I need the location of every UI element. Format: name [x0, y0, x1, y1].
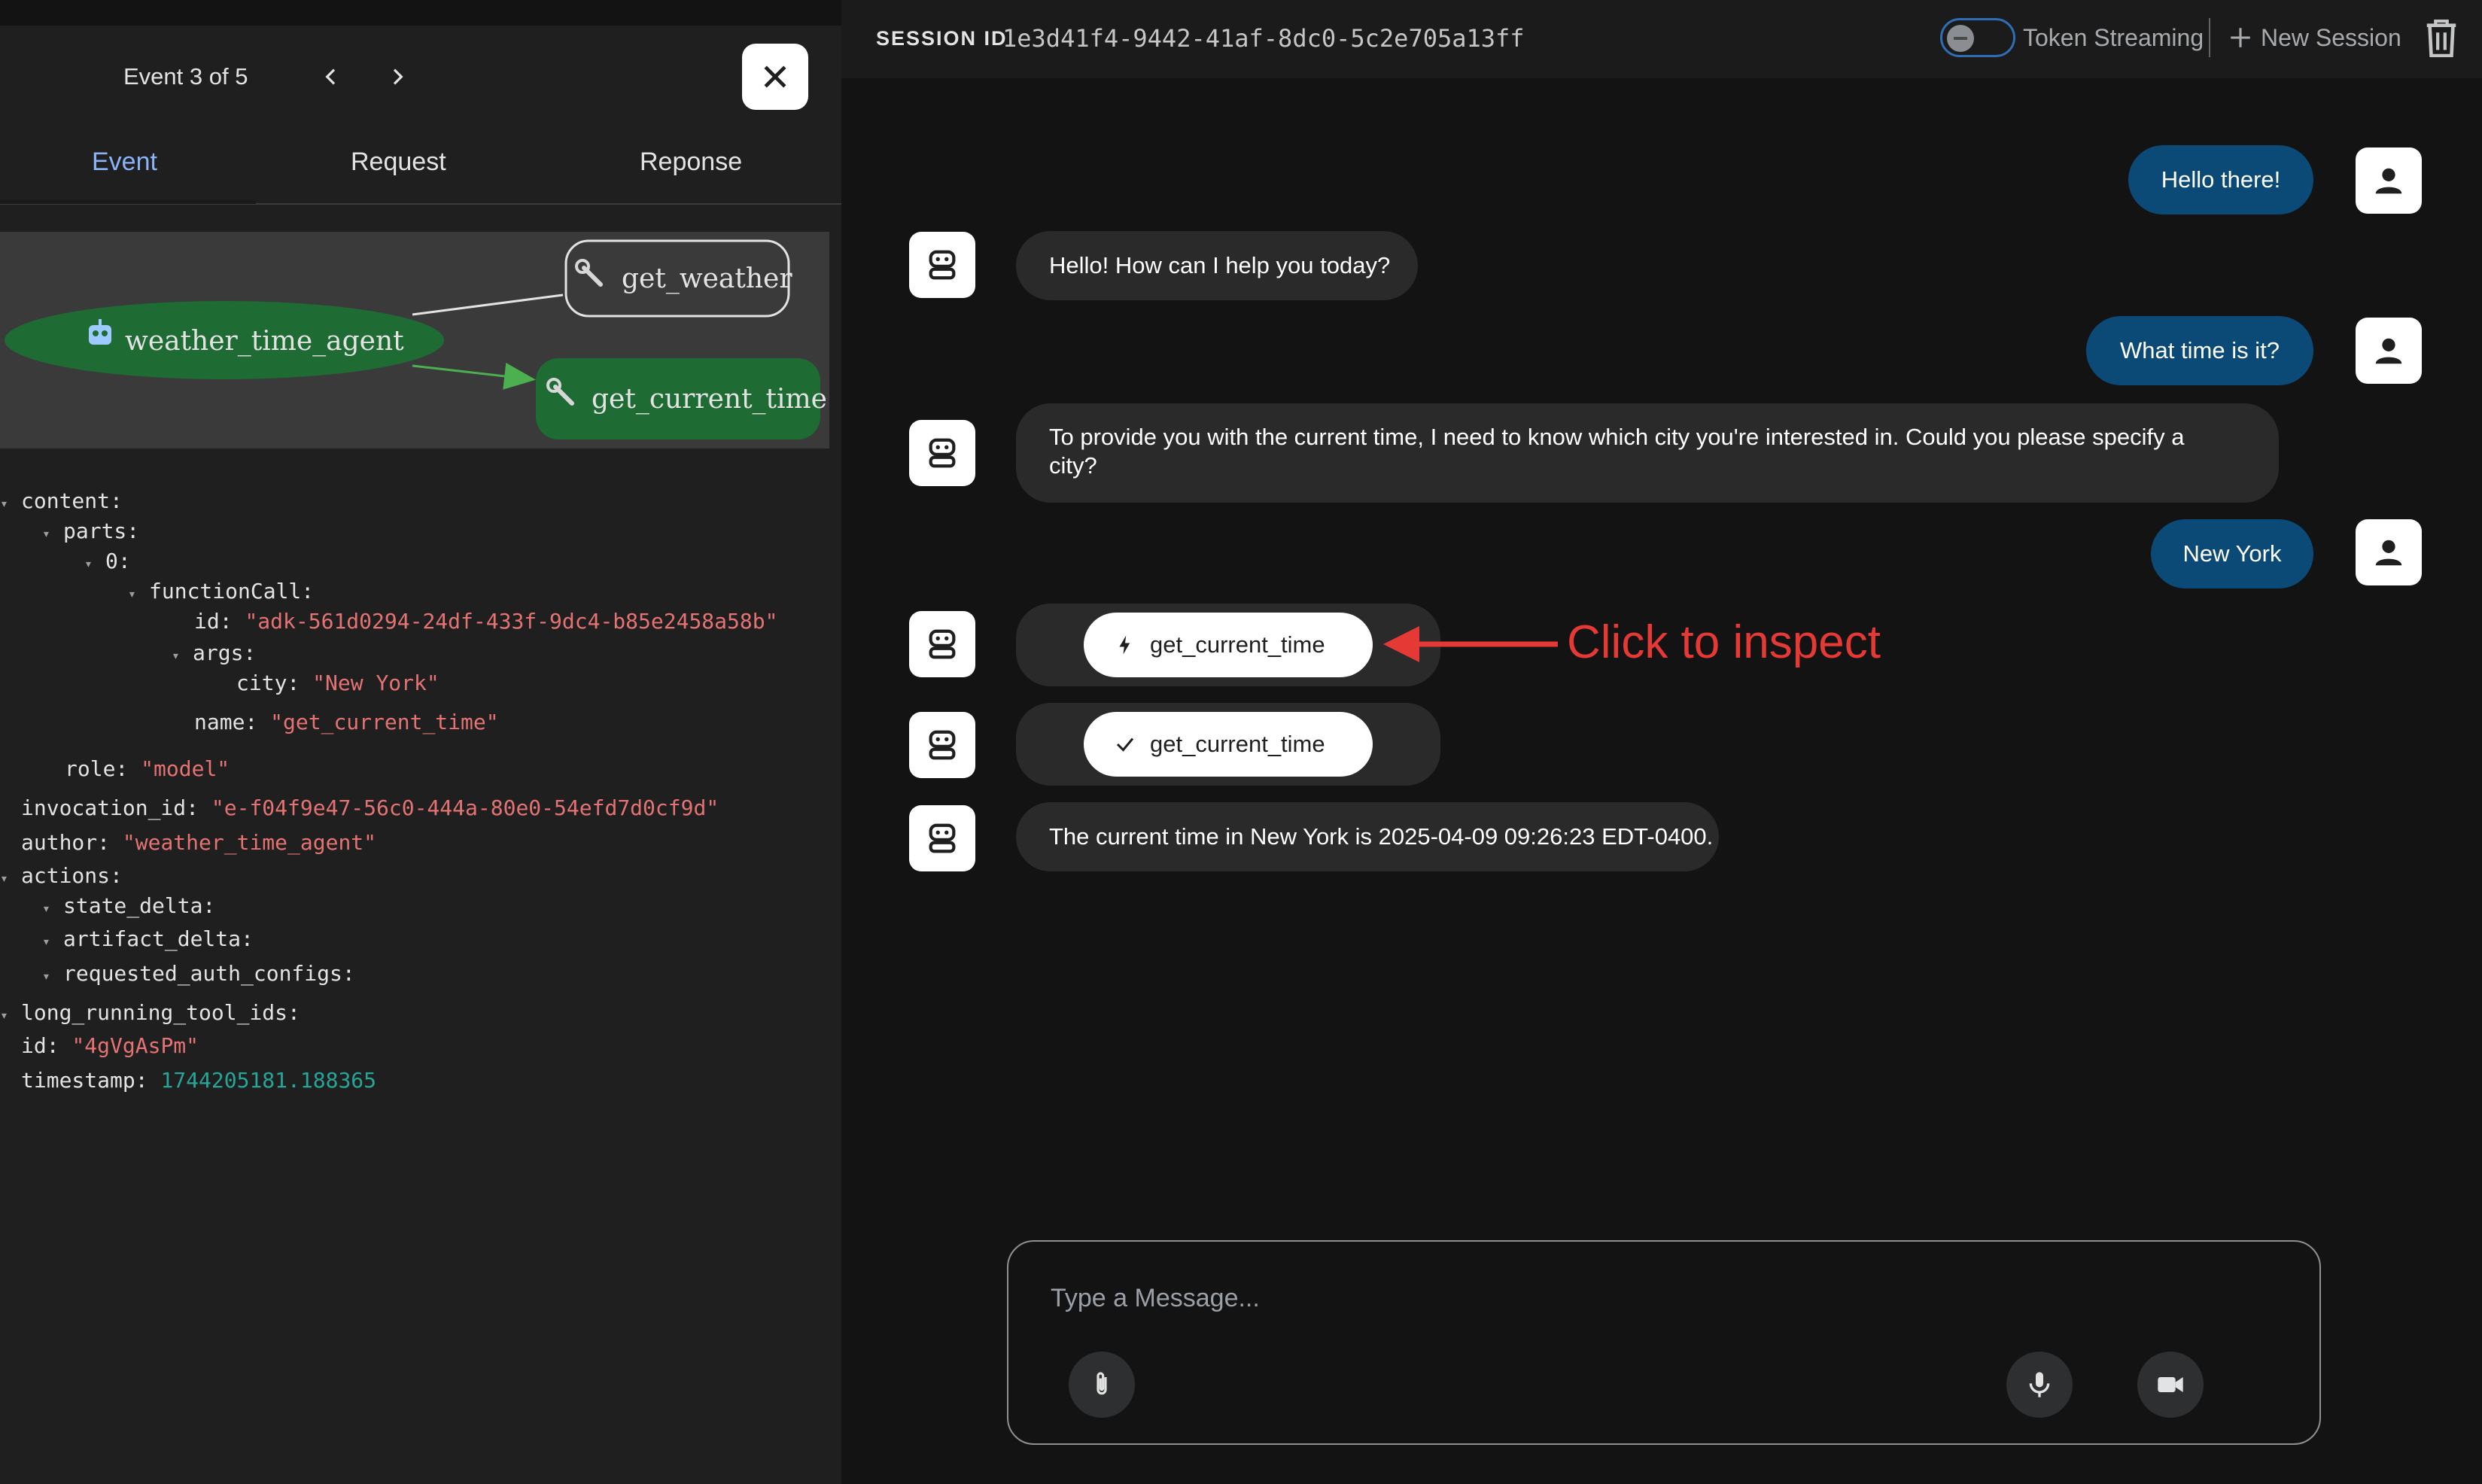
plus-icon [2231, 28, 2250, 47]
bot-message: The current time in New York is 2025-04-… [1016, 802, 1719, 871]
message-text: Hello there! [2161, 166, 2281, 193]
bot-avatar [909, 805, 975, 871]
edge-agent-time [412, 363, 536, 390]
person-icon [2375, 338, 2402, 364]
tree-field-function-id: id: "adk-561d0294-24df-433f-9dc4-b85e245… [194, 609, 778, 634]
tree-node-artifact-delta[interactable]: ▾ artifact_delta: [42, 924, 254, 957]
bot-message: Hello! How can I help you today? [1016, 231, 1418, 300]
tree-node-actions[interactable]: ▾ actions: [0, 861, 123, 894]
event-inspector-panel: Event 3 of 5 Event Request Reponse get_w… [0, 0, 841, 1484]
robot-icon [929, 730, 956, 760]
message-text: To provide you with the current time, I … [1049, 424, 2185, 479]
graph-node-get-weather[interactable]: get_weather [564, 239, 792, 318]
video-button[interactable] [2137, 1352, 2204, 1418]
edge-agent-weather [412, 293, 564, 316]
chevron-left-icon [325, 68, 336, 85]
user-avatar [2356, 147, 2422, 214]
check-icon [1116, 737, 1134, 752]
message-composer [1007, 1240, 2321, 1445]
user-message: Hello there! [2128, 145, 2313, 214]
tree-field-author: author: "weather_time_agent" [21, 830, 377, 855]
bolt-icon [1119, 635, 1130, 655]
chat-panel: SESSION ID 1e3d41f4-9442-41af-8dc0-5c2e7… [841, 0, 2482, 1484]
person-icon [2375, 168, 2402, 194]
function-name: get_current_time [1150, 631, 1325, 658]
tree-node-parts[interactable]: ▾ parts: [42, 516, 139, 549]
paperclip-icon [1097, 1372, 1107, 1395]
tree-node-requested-auth-configs[interactable]: ▾ requested_auth_configs: [42, 959, 355, 992]
previous-event-button[interactable] [315, 60, 348, 93]
tree-field-invocation-id: invocation_id: "e-f04f9e47-56c0-444a-80e… [21, 795, 719, 820]
tree-field-city: city: "New York" [236, 671, 440, 695]
user-message: New York [2151, 519, 2313, 588]
tree-node-long-running-tool-ids[interactable]: ▾ long_running_tool_ids: [0, 998, 300, 1031]
svg-text:weather_time_agent: weather_time_agent [125, 326, 404, 357]
function-name: get_current_time [1150, 731, 1325, 757]
message-input[interactable] [1051, 1279, 2029, 1317]
robot-icon [929, 438, 956, 468]
close-icon [764, 65, 786, 88]
svg-text:get_weather: get_weather [622, 263, 792, 294]
message-text: The current time in New York is 2025-04-… [1049, 823, 1714, 850]
tab-request[interactable]: Request [351, 147, 446, 177]
top-strip [0, 0, 841, 26]
user-message: What time is it? [2086, 316, 2313, 385]
tree-field-event-id: id: "4gVgAsPm" [21, 1033, 199, 1058]
tab-response[interactable]: Reponse [640, 147, 742, 177]
message-text: What time is it? [2120, 337, 2280, 363]
close-panel-button[interactable] [742, 44, 808, 110]
function-call-button[interactable]: get_current_time [1084, 613, 1373, 677]
event-counter: Event 3 of 5 [123, 63, 248, 90]
header-divider [2209, 18, 2210, 57]
tree-field-name: name: "get_current_time" [194, 710, 499, 734]
tree-node-part-0[interactable]: ▾ 0: [84, 546, 131, 579]
graph-node-get-current-time[interactable]: get_current_time [536, 358, 827, 439]
function-response-button[interactable]: get_current_time [1084, 712, 1373, 777]
robot-icon [929, 823, 956, 853]
annotation-arrow [1383, 626, 1558, 662]
video-camera-icon [2158, 1377, 2183, 1392]
session-id-label: SESSION ID [876, 27, 1008, 50]
message-text: New York [2182, 540, 2282, 567]
svg-text:get_current_time: get_current_time [592, 384, 827, 415]
bot-avatar [909, 712, 975, 778]
person-icon [2375, 540, 2402, 566]
robot-icon [929, 250, 956, 280]
bot-message: To provide you with the current time, I … [1016, 403, 2279, 503]
tree-node-content[interactable]: ▾ content: [0, 486, 123, 519]
tree-node-function-call[interactable]: ▾ functionCall: [128, 576, 314, 610]
agent-graph: get_weather weather_time_agent get_curre… [0, 232, 829, 449]
trash-icon [2426, 20, 2456, 57]
robot-icon [929, 629, 956, 659]
annotation-label: Click to inspect [1567, 616, 1881, 668]
chevron-right-icon [393, 68, 403, 85]
tree-node-state-delta[interactable]: ▾ state_delta: [42, 891, 215, 924]
user-avatar [2356, 519, 2422, 585]
tab-event[interactable]: Event [92, 147, 157, 177]
microphone-icon [2029, 1372, 2050, 1397]
delete-session-button[interactable] [2425, 20, 2458, 57]
token-streaming-toggle[interactable] [1940, 18, 2015, 57]
active-tab-indicator [0, 200, 256, 204]
toggle-knob [1947, 25, 1974, 52]
bot-avatar [909, 611, 975, 677]
bot-avatar [909, 232, 975, 298]
inspector-tabs: Event Request Reponse [0, 132, 841, 205]
tree-field-role: role: "model" [65, 756, 230, 781]
new-session-button[interactable]: New Session [2228, 21, 2401, 54]
token-streaming-label: Token Streaming [2023, 24, 2204, 51]
next-event-button[interactable] [381, 60, 414, 93]
tree-field-timestamp: timestamp: 1744205181.188365 [21, 1068, 377, 1093]
tree-node-args[interactable]: ▾ args: [172, 638, 256, 671]
bot-avatar [909, 420, 975, 486]
session-id-value: 1e3d41f4-9442-41af-8dc0-5c2e705a13ff [1002, 24, 1525, 53]
new-session-label: New Session [2261, 23, 2401, 51]
session-header: SESSION ID 1e3d41f4-9442-41af-8dc0-5c2e7… [841, 0, 2482, 78]
message-text: Hello! How can I help you today? [1049, 252, 1391, 278]
user-avatar [2356, 318, 2422, 384]
graph-node-weather-time-agent[interactable]: weather_time_agent [5, 301, 444, 379]
microphone-button[interactable] [2006, 1352, 2073, 1418]
attach-file-button[interactable] [1069, 1352, 1135, 1418]
